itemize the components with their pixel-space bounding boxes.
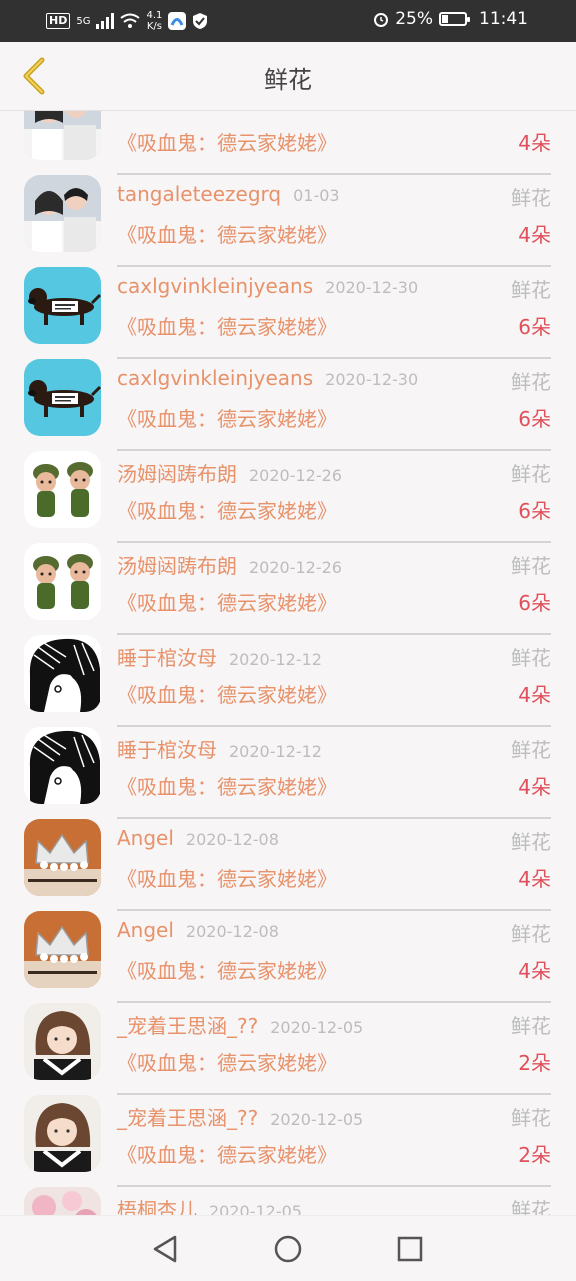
clock: 11:41 [479, 9, 528, 29]
user-name[interactable]: _宠着王思涵_?? [117, 1106, 258, 1130]
flower-gift-list-inner: 《吸血鬼：德云家姥姥》 4朵 tangaleteezegrq 01-03 鲜花 《吸血鬼：… [0, 111, 576, 1215]
item-header: 汤姆闼踌布朗 2020-12-26 [117, 550, 342, 579]
user-name[interactable]: 梧桐杏儿 [117, 1198, 197, 1215]
gift-date: 2020-12-05 [270, 1110, 364, 1129]
system-nav-bar [0, 1215, 576, 1281]
list-item[interactable]: 睡于棺汝母 2020-12-12 鲜花 《吸血鬼：德云家姥姥》 4朵 [0, 604, 576, 727]
list-item[interactable]: 睡于棺汝母 2020-12-12 鲜花 《吸血鬼：德云家姥姥》 4朵 [0, 696, 576, 819]
user-name[interactable]: Angel [117, 826, 174, 850]
signal-icon [96, 13, 115, 29]
gift-date: 2020-12-12 [229, 742, 322, 761]
item-header: 汤姆闼踌布朗 2020-12-26 [117, 458, 342, 487]
list-item[interactable]: caxlgvinkleinjyeans 2020-12-30 鲜花 《吸血鬼：德云家姥… [0, 236, 576, 359]
battery-icon [439, 12, 470, 26]
wifi-icon [120, 13, 141, 28]
item-header: 睡于棺汝母 2020-12-12 [117, 734, 322, 763]
item-header: tangaleteezegrq 01-03 [117, 182, 340, 206]
list-item[interactable]: 《吸血鬼：德云家姥姥》 4朵 [0, 111, 576, 175]
list-item[interactable]: tangaleteezegrq 01-03 鲜花 《吸血鬼：德云家姥姥》 4朵 [0, 144, 576, 267]
status-left: HD 5G 4.1 K/s [46, 10, 208, 32]
list-item[interactable]: 汤姆闼踌布朗 2020-12-26 鲜花 《吸血鬼：德云家姥姥》 6朵 [0, 420, 576, 543]
gift-date: 2020-12-26 [249, 558, 342, 577]
item-header: 睡于棺汝母 2020-12-12 [117, 642, 322, 671]
nav-recents-button[interactable] [393, 1232, 427, 1266]
gift-date: 2020-12-12 [229, 650, 322, 669]
user-name[interactable]: 睡于棺汝母 [117, 738, 217, 762]
hd-badge: HD [46, 13, 71, 29]
item-header: 梧桐杏儿 2020-12-05 [117, 1194, 302, 1215]
nav-home-button[interactable] [271, 1232, 305, 1266]
gift-kind: 鲜花 [511, 554, 551, 578]
gift-date: 2020-12-08 [185, 830, 279, 849]
app-notification-icon [168, 12, 187, 30]
item-header: Angel 2020-12-08 [117, 918, 279, 942]
alarm-icon [374, 13, 389, 27]
speed-unit: K/s [146, 21, 162, 32]
nav-back-button[interactable] [148, 1232, 182, 1266]
item-header: caxlgvinkleinjyeans 2020-12-30 [117, 366, 418, 390]
item-header: _宠着王思涵_?? 2020-12-05 [117, 1102, 363, 1131]
gift-kind: 鲜花 [511, 922, 551, 946]
gift-date: 2020-12-26 [249, 466, 342, 485]
gift-kind: 鲜花 [511, 1106, 551, 1130]
battery-fill [442, 15, 448, 23]
user-name[interactable]: Angel [117, 918, 174, 942]
list-item[interactable]: _宠着王思涵_?? 2020-12-05 鲜花 《吸血鬼：德云家姥姥》 2朵 [0, 1064, 576, 1187]
avatar[interactable] [24, 1187, 101, 1215]
square-recents-icon [397, 1236, 423, 1262]
list-item[interactable]: 汤姆闼踌布朗 2020-12-26 鲜花 《吸血鬼：德云家姥姥》 6朵 [0, 512, 576, 635]
gift-kind: 鲜花 [511, 462, 551, 486]
list-item[interactable]: 梧桐杏儿2020-12-05鲜花《吸血鬼：德云家姥姥》5朵 [0, 1156, 576, 1215]
flower-gift-list[interactable]: 《吸血鬼：德云家姥姥》 4朵 tangaleteezegrq 01-03 鲜花 《吸血鬼：… [0, 111, 576, 1215]
user-name[interactable]: caxlgvinkleinjyeans [117, 274, 313, 298]
app-header: 鲜花 [0, 42, 576, 111]
gift-kind: 鲜花 [511, 278, 551, 302]
network-label: 5G [76, 15, 91, 27]
gift-kind: 鲜花 [511, 186, 551, 210]
gift-kind: 鲜花 [511, 646, 551, 670]
list-item[interactable]: Angel 2020-12-08 鲜花 《吸血鬼：德云家姥姥》 4朵 [0, 788, 576, 911]
network-speed: 4.1 K/s [146, 10, 162, 32]
status-bar: HD 5G 4.1 K/s 25% 11:41 [0, 0, 576, 42]
gift-date: 2020-12-08 [185, 922, 279, 941]
user-name[interactable]: _宠着王思涵_?? [117, 1014, 258, 1038]
gift-kind: 鲜花 [511, 738, 551, 762]
triangle-back-icon [153, 1235, 177, 1263]
page-title: 鲜花 [264, 66, 312, 94]
list-item[interactable]: caxlgvinkleinjyeans 2020-12-30 鲜花 《吸血鬼：德云家姥… [0, 328, 576, 451]
gift-kind: 鲜花 [511, 1198, 551, 1215]
circle-home-icon [274, 1235, 302, 1263]
gift-date: 2020-12-05 [209, 1202, 302, 1215]
list-item[interactable]: _宠着王思涵_?? 2020-12-05 鲜花 《吸血鬼：德云家姥姥》 2朵 [0, 972, 576, 1095]
user-name[interactable]: caxlgvinkleinjyeans [117, 366, 313, 390]
item-header: caxlgvinkleinjyeans 2020-12-30 [117, 274, 418, 298]
speed-value: 4.1 [146, 10, 163, 21]
shield-icon [193, 13, 208, 29]
list-item[interactable]: Angel 2020-12-08 鲜花 《吸血鬼：德云家姥姥》 4朵 [0, 880, 576, 1003]
gift-kind: 鲜花 [511, 830, 551, 854]
gift-date: 2020-12-30 [325, 370, 419, 389]
user-name[interactable]: 汤姆闼踌布朗 [117, 462, 237, 486]
battery-percent: 25% [395, 9, 433, 29]
item-header: _宠着王思涵_?? 2020-12-05 [117, 1010, 363, 1039]
user-name[interactable]: 汤姆闼踌布朗 [117, 554, 237, 578]
item-header: Angel 2020-12-08 [117, 826, 279, 850]
gift-date: 01-03 [293, 186, 340, 205]
gift-date: 2020-12-05 [270, 1018, 364, 1037]
status-right: 25% 11:41 [373, 9, 528, 29]
user-name[interactable]: 睡于棺汝母 [117, 646, 217, 670]
gift-kind: 鲜花 [511, 1014, 551, 1038]
item-header [117, 111, 129, 114]
gift-date: 2020-12-30 [325, 278, 419, 297]
gift-kind: 鲜花 [511, 370, 551, 394]
user-name[interactable]: tangaleteezegrq [117, 182, 281, 206]
